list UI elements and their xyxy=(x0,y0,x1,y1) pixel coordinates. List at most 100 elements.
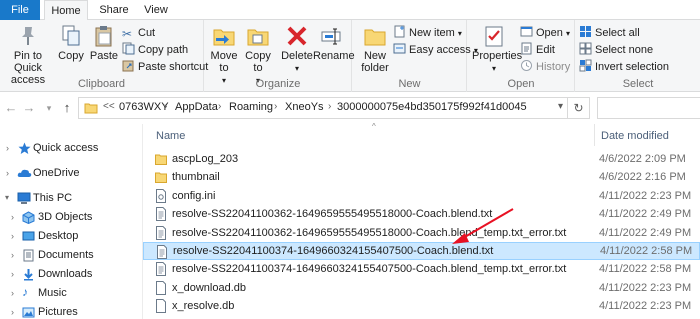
easy-access-button[interactable]: Easy access ▾ xyxy=(393,42,478,58)
column-header-date-modified[interactable]: Date modified xyxy=(601,130,669,142)
chevron-right-icon[interactable]: › xyxy=(11,245,14,265)
chevron-right-icon[interactable]: › xyxy=(11,264,14,284)
breadcrumb-chevron-icon[interactable]: › xyxy=(274,101,277,112)
tab-file[interactable]: File xyxy=(0,0,40,20)
table-row-selected[interactable]: resolve-SS22041100374-164966032415540750… xyxy=(143,242,700,260)
chevron-right-icon[interactable]: › xyxy=(6,163,9,183)
nav-item-documents[interactable]: › Documents xyxy=(0,245,142,265)
file-name: thumbnail xyxy=(172,171,220,184)
column-header-name[interactable]: Name xyxy=(156,130,185,142)
breadcrumb-roaming[interactable]: Roaming xyxy=(229,101,273,113)
chevron-right-icon[interactable]: › xyxy=(11,207,14,227)
address-bar[interactable]: << 0763WXY › AppData › Roaming › XneoYs … xyxy=(78,97,568,119)
move-to-folder-icon xyxy=(213,29,235,46)
breadcrumb-0763wxy[interactable]: 0763WXY xyxy=(119,101,169,113)
nav-label: Downloads xyxy=(38,268,93,280)
tab-view[interactable]: View xyxy=(138,0,174,20)
table-row[interactable]: x_resolve.db 4/11/2022 2:23 PM xyxy=(143,297,700,315)
nav-item-pictures[interactable]: › Pictures xyxy=(0,302,142,319)
recent-locations-chevron-icon[interactable]: ▾ xyxy=(42,100,56,116)
chevron-right-icon[interactable]: › xyxy=(11,226,14,246)
breadcrumb-chevron-icon[interactable]: › xyxy=(328,101,331,112)
organize-group: Move to ▾ Copy to ▾ Delete ▾ Rename Orga… xyxy=(205,20,355,92)
invert-selection-icon xyxy=(579,59,592,72)
select-all-button[interactable]: Select all xyxy=(579,25,640,41)
clipboard-group-label: Clipboard xyxy=(77,78,126,90)
edit-button[interactable]: Edit xyxy=(520,42,555,58)
open-button[interactable]: Open ▾ xyxy=(520,25,570,41)
search-input[interactable] xyxy=(597,97,700,119)
edit-icon xyxy=(521,42,532,55)
nav-label: Desktop xyxy=(38,230,79,242)
nav-item-this-pc[interactable]: ▾ This PC xyxy=(0,188,142,208)
open-group-label: Open xyxy=(507,78,535,90)
breadcrumb-appdata[interactable]: AppData xyxy=(175,101,218,113)
forward-arrow-icon[interactable]: → xyxy=(22,100,36,116)
path-overflow[interactable]: << xyxy=(103,101,115,112)
nav-item-desktop[interactable]: › Desktop xyxy=(0,226,142,246)
table-row[interactable]: thumbnail 4/6/2022 2:16 PM xyxy=(143,168,700,186)
nav-item-quick-access[interactable]: › Quick access xyxy=(0,138,142,158)
breadcrumb-chevron-icon[interactable]: › xyxy=(164,101,167,112)
new-folder-icon xyxy=(364,29,386,46)
file-date-modified: 4/11/2022 2:49 PM xyxy=(599,208,692,221)
properties-icon xyxy=(485,26,503,47)
properties-button[interactable]: Properties ▾ xyxy=(472,24,522,75)
easy-access-icon xyxy=(393,43,406,54)
nav-item-3d-objects[interactable]: › 3D Objects xyxy=(0,207,142,227)
copy-button[interactable]: Copy xyxy=(56,24,86,62)
paste-shortcut-button[interactable]: Paste shortcut xyxy=(122,59,208,75)
folder-icon xyxy=(155,172,167,184)
chevron-right-icon[interactable]: › xyxy=(11,283,14,303)
tab-home[interactable]: Home xyxy=(44,0,88,21)
file-date-modified: 4/11/2022 2:58 PM xyxy=(599,263,692,276)
rename-icon xyxy=(321,28,341,45)
cut-button[interactable]: ✂ Cut xyxy=(122,25,155,41)
file-name: resolve-SS22041100362-164965955549551800… xyxy=(172,226,567,239)
pin-to-quick-access-button[interactable]: Pin to Quick access xyxy=(2,24,54,86)
nav-item-downloads[interactable]: › Downloads xyxy=(0,264,142,284)
breadcrumb-chevron-icon[interactable]: › xyxy=(218,101,221,112)
file-date-modified: 4/11/2022 2:23 PM xyxy=(599,300,692,313)
navigation-pane: › Quick access › OneDrive ▾ This PC › 3D… xyxy=(0,124,143,319)
table-row[interactable]: resolve-SS22041100362-164965955549551800… xyxy=(143,224,700,242)
select-none-button[interactable]: Select none xyxy=(579,42,653,58)
ribbon: Pin to Quick access Copy Paste ✂ Cut Copy… xyxy=(0,20,700,92)
table-row[interactable]: resolve-SS22041100362-164965955549551800… xyxy=(143,205,700,223)
refresh-icon[interactable]: ↻ xyxy=(568,97,590,119)
column-divider[interactable] xyxy=(594,124,595,146)
breadcrumb-current-folder[interactable]: 3000000075e4bd350175f992f41d0045 xyxy=(337,101,527,113)
breadcrumb-xneoys[interactable]: XneoYs xyxy=(285,101,324,113)
copy-path-button[interactable]: Copy path xyxy=(122,42,188,58)
back-arrow-icon[interactable]: ← xyxy=(4,100,18,116)
delete-button[interactable]: Delete ▾ xyxy=(281,24,313,75)
paste-button[interactable]: Paste xyxy=(88,24,120,62)
table-row[interactable]: ascpLog_203 4/6/2022 2:09 PM xyxy=(143,150,700,168)
new-folder-button[interactable]: New folder xyxy=(357,24,393,74)
new-folder-label: New folder xyxy=(361,50,389,74)
open-icon xyxy=(520,26,533,37)
pin-icon xyxy=(22,27,34,45)
history-button[interactable]: History xyxy=(520,59,570,75)
desktop-icon xyxy=(22,231,35,241)
chevron-down-icon[interactable]: ▾ xyxy=(5,188,9,208)
new-item-button[interactable]: New item ▾ xyxy=(393,25,462,41)
rename-button[interactable]: Rename xyxy=(313,24,355,62)
chevron-right-icon[interactable]: › xyxy=(6,138,9,158)
address-history-chevron-icon[interactable]: ▾ xyxy=(558,101,563,112)
copy-to-folder-icon xyxy=(247,29,269,46)
tab-share[interactable]: Share xyxy=(94,0,134,20)
table-row[interactable]: config.ini 4/11/2022 2:23 PM xyxy=(143,187,700,205)
folder-icon xyxy=(155,154,167,165)
invert-selection-button[interactable]: Invert selection xyxy=(579,59,669,75)
pictures-icon xyxy=(22,307,35,318)
up-arrow-icon[interactable]: ↑ xyxy=(60,100,74,116)
table-row[interactable]: resolve-SS22041100374-164966032415540750… xyxy=(143,260,700,278)
nav-item-music[interactable]: › ♪ Music xyxy=(0,283,142,303)
file-icon xyxy=(156,299,166,314)
chevron-right-icon[interactable]: › xyxy=(11,302,14,319)
cloud-icon xyxy=(17,169,32,177)
clipboard-group: Pin to Quick access Copy Paste ✂ Cut Copy… xyxy=(0,20,208,92)
nav-item-onedrive[interactable]: › OneDrive xyxy=(0,163,142,183)
table-row[interactable]: x_download.db 4/11/2022 2:23 PM xyxy=(143,279,700,297)
